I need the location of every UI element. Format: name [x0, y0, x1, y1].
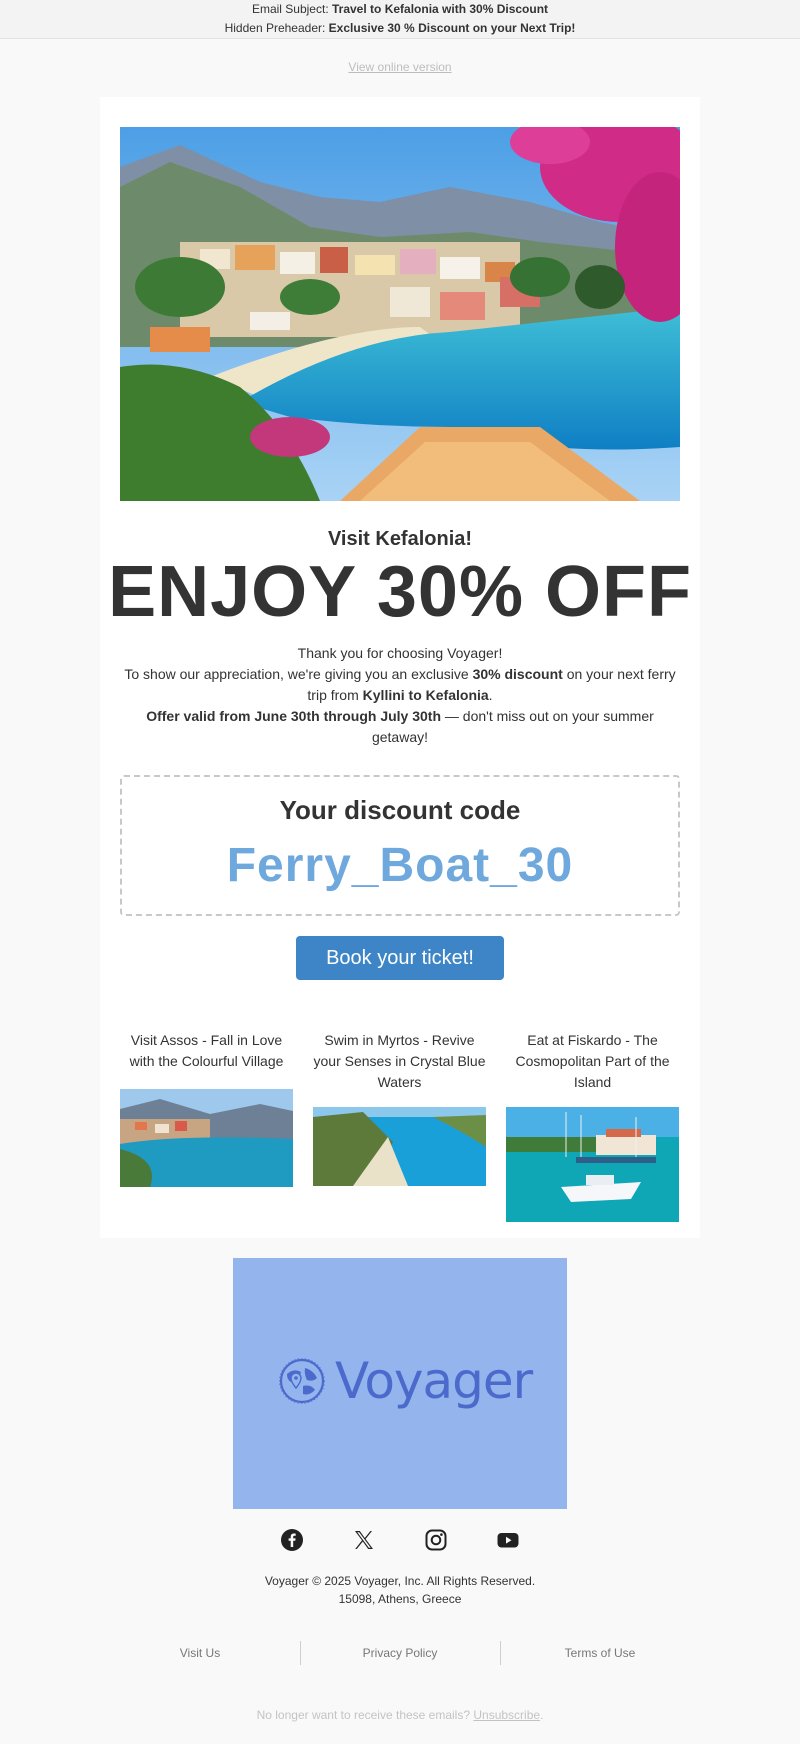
feature-title: Swim in Myrtos - Revive your Senses in C…: [313, 1032, 486, 1090]
view-online-link[interactable]: View online version: [0, 60, 800, 74]
privacy-policy-link[interactable]: Privacy Policy: [300, 1641, 500, 1665]
email-meta-bar: Email Subject: Travel to Kefalonia with …: [0, 0, 800, 39]
unsubscribe-link[interactable]: Unsubscribe: [473, 1708, 540, 1722]
intro-offer-dates: Offer valid from June 30th through July …: [146, 708, 442, 724]
preheader-value: Exclusive 30 % Discount on your Next Tri…: [328, 21, 576, 35]
discount-code-box: Your discount code Ferry_Boat_30: [120, 775, 680, 916]
discount-code[interactable]: Ferry_Boat_30: [122, 838, 678, 893]
book-ticket-button[interactable]: Book your ticket!: [296, 936, 504, 980]
footer-links: Visit Us Privacy Policy Terms of Use: [100, 1641, 700, 1665]
subject-value: Travel to Kefalonia with 30% Discount: [332, 2, 549, 16]
intro-text: Thank you for choosing Voyager! To show …: [120, 643, 680, 748]
hero-title: Visit Kefalonia!: [327, 528, 473, 550]
intro-line-2: To show our appreciation, we're giving y…: [120, 664, 680, 706]
unsubscribe-text: No longer want to receive these emails?: [256, 1708, 474, 1722]
intro-discount-bold: 30% discount: [472, 666, 563, 682]
preheader-label: Hidden Preheader:: [224, 21, 326, 35]
feature-title: Eat at Fiskardo - The Cosmopolitan Part …: [515, 1032, 670, 1090]
visit-us-link[interactable]: Visit Us: [100, 1641, 300, 1665]
facebook-icon[interactable]: [280, 1528, 304, 1552]
copyright-text: Voyager © 2025 Voyager, Inc. All Rights …: [264, 1574, 536, 1588]
email-subject-line: Email Subject: Travel to Kefalonia with …: [0, 0, 800, 19]
terms-of-use-link[interactable]: Terms of Use: [500, 1641, 700, 1665]
address-text: 15098, Athens, Greece: [338, 1592, 462, 1606]
feature-title: Visit Assos - Fall in Love with the Colo…: [129, 1032, 284, 1069]
email-preheader-line: Hidden Preheader: Exclusive 30 % Discoun…: [0, 19, 800, 38]
feature-image-fiskardo[interactable]: [506, 1107, 679, 1222]
footer-copyright: Voyager © 2025 Voyager, Inc. All Rights …: [0, 1572, 800, 1608]
instagram-icon[interactable]: [424, 1528, 448, 1552]
intro-route-bold: Kyllini to Kefalonia: [362, 687, 489, 703]
hero-headline: ENJOY 30% OFF: [108, 552, 692, 632]
brand-logo-block: Voyager: [233, 1258, 567, 1509]
subject-label: Email Subject:: [251, 2, 329, 16]
feature-image-myrtos[interactable]: [313, 1107, 486, 1186]
email-card: Visit Kefalonia! ENJOY 30% OFF Thank you…: [100, 97, 700, 1238]
globe-icon: [279, 1358, 325, 1404]
feature-myrtos[interactable]: Swim in Myrtos - Revive your Senses in C…: [313, 1030, 486, 1186]
unsubscribe-line: No longer want to receive these emails? …: [0, 1708, 800, 1722]
unsubscribe-end: .: [540, 1708, 544, 1722]
intro-line-2-a: To show our appreciation, we're giving y…: [124, 666, 473, 682]
hero-image: [120, 127, 680, 501]
discount-heading: Your discount code: [279, 795, 521, 825]
feature-assos[interactable]: Visit Assos - Fall in Love with the Colo…: [120, 1030, 293, 1187]
youtube-icon[interactable]: [496, 1528, 520, 1552]
intro-line-1: Thank you for choosing Voyager!: [297, 645, 503, 661]
feature-fiskardo[interactable]: Eat at Fiskardo - The Cosmopolitan Part …: [506, 1030, 679, 1222]
intro-line-3: Offer valid from June 30th through July …: [120, 706, 680, 748]
x-icon[interactable]: [352, 1528, 376, 1552]
brand-name: Voyager: [335, 1352, 533, 1410]
intro-line-2-e: .: [488, 687, 493, 703]
feature-image-assos[interactable]: [120, 1089, 293, 1187]
